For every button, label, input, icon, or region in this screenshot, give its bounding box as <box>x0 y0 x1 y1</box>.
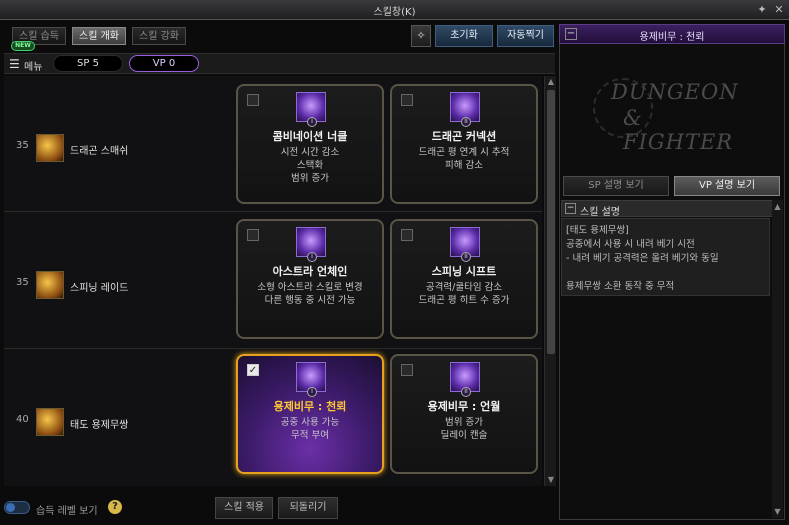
bloom-option-card[interactable]: II 드래곤 커넥션 드래곤 평 연계 시 추적 피해 감소 <box>390 84 538 204</box>
help-icon[interactable]: ? <box>108 500 122 514</box>
option-effect: 피해 감소 <box>445 160 483 171</box>
option-checkbox[interactable] <box>247 229 259 241</box>
scroll-thumb[interactable] <box>547 90 555 354</box>
skill-description-body: [태도 용제무쌍] 공중에서 사용 시 내려 베기 시전 - 내려 베기 공격력… <box>561 218 770 296</box>
close-icon[interactable]: ✕ <box>772 3 786 17</box>
option-effect: 다른 행동 중 시전 가능 <box>264 295 356 306</box>
scroll-down-icon[interactable]: ▼ <box>546 475 556 485</box>
skill-description-header[interactable]: − 스킬 설명 <box>561 200 773 218</box>
option-title: 드래곤 커넥션 <box>431 130 497 143</box>
bloom-option-icon: II <box>450 92 480 127</box>
option-checkbox[interactable] <box>401 94 413 106</box>
description-line: [태도 용제무쌍] <box>566 225 629 236</box>
description-panel-header: − 용제비무 : 천뢰 <box>559 24 785 44</box>
option-checkbox[interactable] <box>247 94 259 106</box>
roman-badge: II <box>461 117 471 127</box>
tab-skill-enhance[interactable]: 스킬 강화 <box>132 27 186 45</box>
option-title: 용제비무 : 언월 <box>427 400 501 413</box>
vp-counter: VP 0 <box>129 55 199 72</box>
roman-badge: I <box>307 252 317 262</box>
logo-text-line2: & FIGHTER <box>623 106 734 154</box>
roman-badge: I <box>307 117 317 127</box>
tab-skill-bloom[interactable]: 스킬 개화 <box>72 27 126 45</box>
description-scrollbar[interactable]: ▲ ▼ <box>772 200 783 518</box>
skill-row: 40 태도 용제무쌍 ✓ I 용제비무 : 천뢰 공중 사용 가능 무적 부여 … <box>4 350 542 486</box>
selected-option-name: 용제비무 : 천뢰 <box>639 32 705 43</box>
description-line: 공중에서 사용 시 내려 베기 시전 <box>566 239 695 250</box>
dragon-king-blade-icon <box>36 408 64 436</box>
roman-badge: II <box>461 387 471 397</box>
bloom-option-card[interactable]: II 용제비무 : 언월 범위 증가 딜레이 캔슬 <box>390 354 538 474</box>
skill-row: 35 스피닝 레이드 I 아스트라 언체인 소형 아스트라 스킬로 변경 다른 … <box>4 213 542 349</box>
option-effect: 시전 시간 감소 <box>280 147 340 158</box>
description-line: - 내려 베기 공격력은 올려 베기와 동일 <box>566 253 719 264</box>
bloom-option-icon: I <box>296 227 326 262</box>
new-badge: NEW <box>11 41 35 51</box>
scroll-up-icon[interactable]: ▲ <box>546 77 556 87</box>
skill-level: 35 <box>16 140 29 151</box>
skill-list: 35 드래곤 스매쉬 I 콤비네이션 너클 시전 시간 감소 스택화 범위 증가… <box>4 76 542 486</box>
bloom-option-card[interactable]: I 아스트라 언체인 소형 아스트라 스킬로 변경 다른 행동 중 시전 가능 <box>236 219 384 339</box>
skill-level: 40 <box>16 414 29 425</box>
option-effect: 공격력/쿨타임 감소 <box>425 282 503 293</box>
option-effect: 소형 아스트라 스킬로 변경 <box>257 282 363 293</box>
dragon-smash-icon <box>36 134 64 162</box>
tab-sp-description[interactable]: SP 설명 보기 <box>563 176 669 196</box>
pin-icon[interactable]: ✦ <box>755 3 769 17</box>
auto-assign-button[interactable]: 자동찍기 <box>497 25 554 47</box>
reset-button[interactable]: 초기화 <box>435 25 493 47</box>
apply-skill-button[interactable]: 스킬 적용 <box>215 497 273 519</box>
bloom-option-card[interactable]: II 스피닝 시프트 공격력/쿨타임 감소 드래곤 평 히트 수 증가 <box>390 219 538 339</box>
window-title: 스킬창(K) <box>373 7 416 18</box>
scroll-up-icon[interactable]: ▲ <box>772 202 783 211</box>
roman-badge: II <box>461 252 471 262</box>
skill-description-title: 스킬 설명 <box>580 207 620 218</box>
option-effect: 드래곤 평 히트 수 증가 <box>418 295 510 306</box>
option-effect: 범위 증가 <box>445 417 483 428</box>
skill-name: 드래곤 스매쉬 <box>70 146 129 157</box>
bloom-option-icon: II <box>450 227 480 262</box>
menu-icon[interactable]: ☰ <box>9 57 20 71</box>
option-checkbox[interactable] <box>401 364 413 376</box>
option-title: 아스트라 언체인 <box>272 265 348 278</box>
bloom-option-card[interactable]: I 콤비네이션 너클 시전 시간 감소 스택화 범위 증가 <box>236 84 384 204</box>
spinning-raid-icon <box>36 271 64 299</box>
option-title: 스피닝 시프트 <box>431 265 497 278</box>
option-title: 용제비무 : 천뢰 <box>273 400 347 413</box>
option-checkbox[interactable] <box>401 229 413 241</box>
menu-label[interactable]: 메뉴 <box>24 58 42 73</box>
skill-name: 태도 용제무쌍 <box>70 420 129 431</box>
bloom-option-icon: I <box>296 92 326 127</box>
bloom-option-icon: I <box>296 362 326 397</box>
skill-level: 35 <box>16 277 29 288</box>
learn-level-toggle[interactable] <box>4 501 30 514</box>
logo-text-line1: DUNGEON <box>611 80 739 104</box>
scroll-down-icon[interactable]: ▼ <box>772 507 783 516</box>
dungeon-fighter-logo: DUNGEON & FIGHTER <box>593 76 743 154</box>
option-effect: 공중 사용 가능 <box>280 417 340 428</box>
sparkle-settings-icon[interactable]: ✧ <box>411 25 431 47</box>
description-line: 용제무쌍 소환 동작 중 무적 <box>566 281 675 292</box>
option-checkbox-checked[interactable]: ✓ <box>247 364 259 376</box>
collapse-icon[interactable]: − <box>565 203 576 214</box>
bloom-option-card-selected[interactable]: ✓ I 용제비무 : 천뢰 공중 사용 가능 무적 부여 <box>236 354 384 474</box>
learn-level-label: 습득 레벨 보기 <box>36 506 98 517</box>
bloom-option-icon: II <box>450 362 480 397</box>
skill-list-scrollbar[interactable]: ▲ ▼ <box>544 76 556 486</box>
toggle-knob <box>6 503 15 512</box>
option-effect: 범위 증가 <box>291 173 329 184</box>
skill-name: 스피닝 레이드 <box>70 283 129 294</box>
skill-row: 35 드래곤 스매쉬 I 콤비네이션 너클 시전 시간 감소 스택화 범위 증가… <box>4 76 542 212</box>
tab-vp-description[interactable]: VP 설명 보기 <box>674 176 780 196</box>
sp-counter: SP 5 <box>53 55 123 72</box>
option-title: 콤비네이션 너클 <box>272 130 348 143</box>
option-effect: 스택화 <box>296 160 324 171</box>
option-effect: 드래곤 평 연계 시 추적 <box>418 147 510 158</box>
revert-button[interactable]: 되돌리기 <box>278 497 338 519</box>
option-effect: 딜레이 캔슬 <box>440 430 488 441</box>
roman-badge: I <box>307 387 317 397</box>
option-effect: 무적 부여 <box>291 430 329 441</box>
title-bar[interactable]: 스킬창(K) ✦ ✕ <box>0 0 789 20</box>
